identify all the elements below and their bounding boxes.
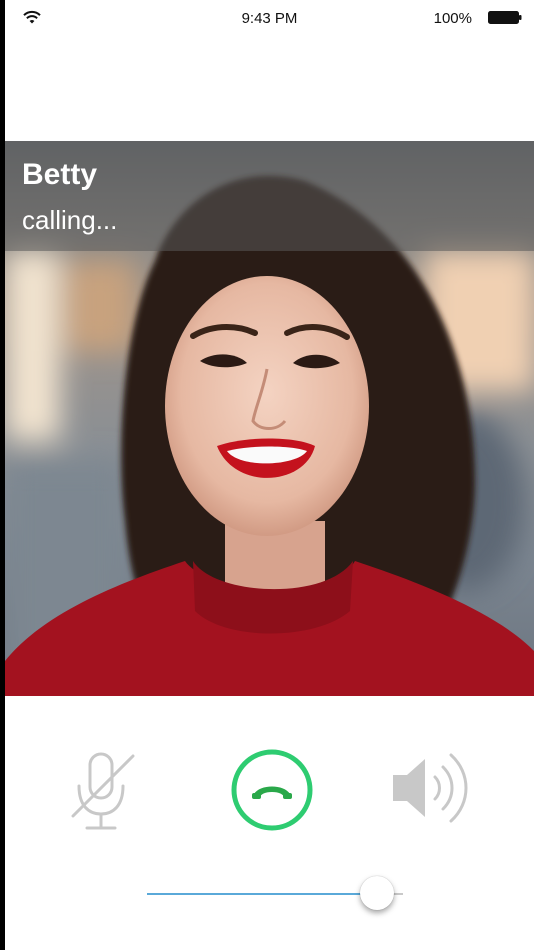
hangup-button[interactable] xyxy=(230,748,314,832)
caller-info-overlay: Betty calling... xyxy=(5,141,534,251)
speaker-icon xyxy=(393,753,468,823)
status-bar: 9:43 PM 100% xyxy=(5,0,534,38)
phone-hangup-icon xyxy=(231,749,313,831)
caller-photo: Betty calling... xyxy=(5,141,534,696)
speaker-button[interactable] xyxy=(385,745,475,831)
volume-slider-fill xyxy=(147,893,378,895)
volume-slider-thumb[interactable] xyxy=(360,876,395,910)
microphone-muted-icon xyxy=(71,752,135,830)
mute-button[interactable] xyxy=(67,748,137,832)
volume-slider[interactable] xyxy=(147,876,403,912)
call-screen: 9:43 PM 100% Betty calling... xyxy=(5,0,534,950)
battery-icon xyxy=(488,11,522,24)
call-status: calling... xyxy=(22,205,118,235)
caller-name: Betty xyxy=(22,158,98,191)
battery-percent: 100% xyxy=(433,10,472,27)
